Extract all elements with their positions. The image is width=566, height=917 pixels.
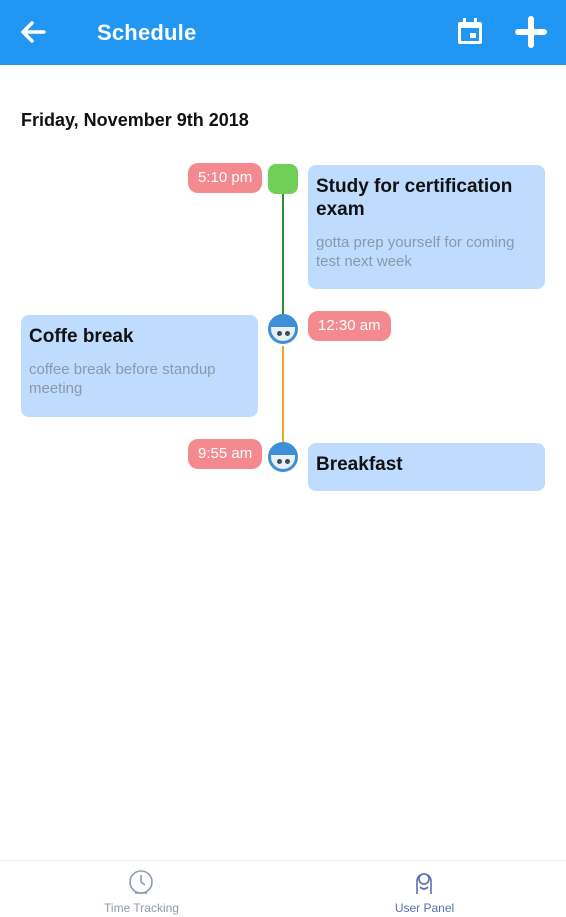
event-card[interactable]: Study for certification exam gotta prep … [308, 165, 545, 289]
event-card[interactable]: Breakfast [308, 443, 545, 491]
page-title: Schedule [97, 20, 197, 45]
nav-label: User Panel [394, 901, 455, 915]
event-title: Study for certification exam [316, 176, 513, 220]
calendar-button[interactable] [453, 15, 487, 49]
event-card[interactable]: Coffe break coffee break before standup … [21, 315, 258, 417]
event-time-badge: 5:10 pm [188, 163, 263, 193]
app-bar: Schedule [0, 0, 566, 65]
nav-item-time-tracking[interactable]: Time Tracking [0, 861, 283, 917]
nav-label: Time Tracking [104, 901, 179, 915]
back-button[interactable] [18, 17, 48, 47]
avatar-face [271, 455, 295, 469]
user-icon [416, 873, 432, 894]
event-description: coffee break before standup meeting [29, 361, 216, 397]
timeline-connector [282, 346, 284, 444]
event-time-badge: 12:30 am [308, 311, 391, 341]
plus-icon [515, 16, 547, 48]
date-heading: Friday, November 9th 2018 [21, 110, 249, 130]
avatar-face [271, 327, 295, 341]
event-time-badge: 9:55 am [188, 439, 263, 469]
timeline-node [268, 314, 298, 344]
avatar-eye [285, 459, 290, 464]
arrow-left-icon [21, 21, 46, 43]
calendar-icon [458, 18, 482, 44]
timeline-connector [282, 194, 284, 322]
add-button[interactable] [513, 14, 549, 50]
event-description: gotta prep yourself for coming test next… [316, 234, 515, 270]
event-title: Breakfast [316, 454, 403, 475]
timeline-node [268, 164, 298, 194]
avatar-eye [277, 331, 282, 336]
avatar-eye [277, 459, 282, 464]
event-title: Coffe break [29, 326, 134, 347]
timeline-node [268, 442, 298, 472]
bottom-navigation: Time Tracking User Panel [0, 860, 566, 917]
nav-item-user-panel[interactable]: User Panel [283, 861, 566, 917]
avatar-eye [285, 331, 290, 336]
clock-icon [129, 870, 153, 894]
